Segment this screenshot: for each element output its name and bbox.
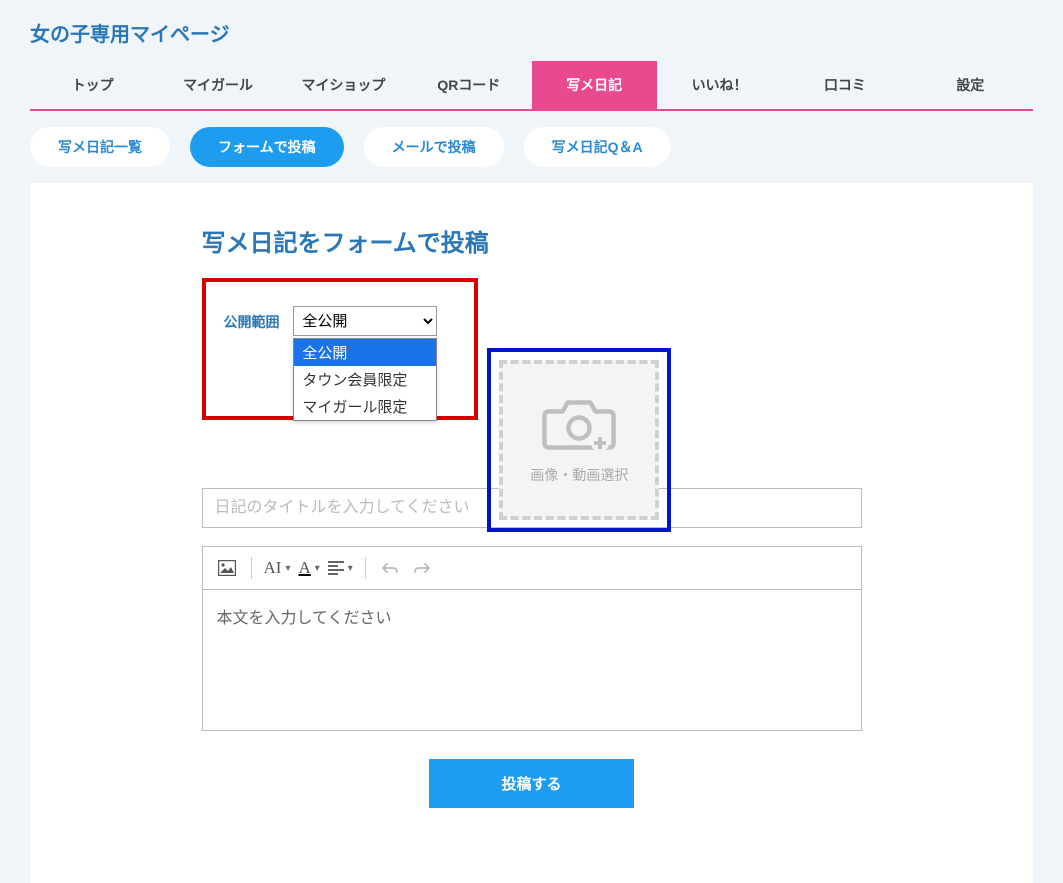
subtab-post-form[interactable]: フォームで投稿: [190, 127, 344, 167]
scope-select-wrap: 全公開 全公開 タウン会員限定 マイガール限定: [293, 306, 437, 336]
chevron-down-icon: ▾: [315, 563, 320, 574]
page-title: 女の子専用マイページ: [30, 0, 1033, 61]
tab-settings[interactable]: 設定: [908, 61, 1033, 109]
secondary-tabs: 写メ日記一覧 フォームで投稿 メールで投稿 写メ日記Q＆A: [30, 111, 1033, 183]
visibility-dropdown-list: 全公開 タウン会員限定 マイガール限定: [293, 338, 437, 421]
subtab-diary-list[interactable]: 写メ日記一覧: [30, 127, 170, 167]
toolbar-image-button[interactable]: [213, 555, 241, 581]
form-heading: 写メ日記をフォームで投稿: [202, 223, 862, 258]
align-icon: [328, 561, 344, 575]
toolbar-undo-button[interactable]: [376, 555, 404, 581]
editor-toolbar: AI ▾ A ▾ ▾: [203, 547, 861, 590]
media-upload-box: 画像・動画選択: [487, 348, 671, 532]
submit-button[interactable]: 投稿する: [429, 759, 633, 808]
form-top-row: 公開範囲 全公開 全公開 タウン会員限定 マイガール限定: [202, 278, 862, 462]
chevron-down-icon: ▾: [348, 563, 353, 574]
tab-diary[interactable]: 写メ日記: [532, 61, 657, 109]
camera-plus-icon: [539, 395, 619, 455]
tab-qrcode[interactable]: QRコード: [406, 61, 531, 109]
diary-body-input[interactable]: 本文を入力してください: [203, 590, 861, 730]
form-inner: 写メ日記をフォームで投稿 公開範囲 全公開 全公開 タウン会員限定 マイガール限…: [202, 223, 862, 808]
toolbar-textcolor-button[interactable]: A ▾: [296, 555, 321, 581]
tab-top[interactable]: トップ: [30, 61, 155, 109]
toolbar-align-button[interactable]: ▾: [326, 555, 355, 581]
visibility-option-all[interactable]: 全公開: [294, 339, 436, 366]
visibility-select[interactable]: 全公開: [293, 306, 437, 336]
image-icon: [218, 560, 236, 576]
visibility-option-town[interactable]: タウン会員限定: [294, 366, 436, 393]
scope-label: 公開範囲: [224, 312, 280, 332]
toolbar-fontsize-button[interactable]: AI ▾: [262, 555, 293, 581]
undo-icon: [381, 561, 399, 575]
rich-text-editor: AI ▾ A ▾ ▾: [202, 546, 862, 731]
toolbar-separator: [251, 557, 252, 579]
page-root: 女の子専用マイページ トップ マイガール マイショップ QRコード 写メ日記 い…: [0, 0, 1063, 883]
visibility-option-mygirl[interactable]: マイガール限定: [294, 393, 436, 420]
tab-reviews[interactable]: 口コミ: [782, 61, 907, 109]
scope-box: 公開範囲 全公開 全公開 タウン会員限定 マイガール限定: [202, 278, 478, 420]
tab-myshop[interactable]: マイショップ: [281, 61, 406, 109]
content-panel: 写メ日記をフォームで投稿 公開範囲 全公開 全公開 タウン会員限定 マイガール限…: [30, 183, 1033, 883]
submit-row: 投稿する: [202, 759, 862, 808]
toolbar-separator: [365, 557, 366, 579]
fontsize-icon: AI: [264, 558, 282, 578]
subtab-post-mail[interactable]: メールで投稿: [364, 127, 504, 167]
tab-mygirl[interactable]: マイガール: [155, 61, 280, 109]
media-upload-button[interactable]: 画像・動画選択: [499, 360, 659, 520]
primary-tabs: トップ マイガール マイショップ QRコード 写メ日記 いいね！ 口コミ 設定: [30, 61, 1033, 111]
subtab-diary-qa[interactable]: 写メ日記Q＆A: [524, 127, 671, 167]
media-upload-label: 画像・動画選択: [530, 465, 628, 485]
toolbar-redo-button[interactable]: [408, 555, 436, 581]
text-color-icon: A: [298, 558, 310, 578]
redo-icon: [413, 561, 431, 575]
tab-like[interactable]: いいね！: [657, 61, 782, 109]
chevron-down-icon: ▾: [285, 563, 290, 574]
